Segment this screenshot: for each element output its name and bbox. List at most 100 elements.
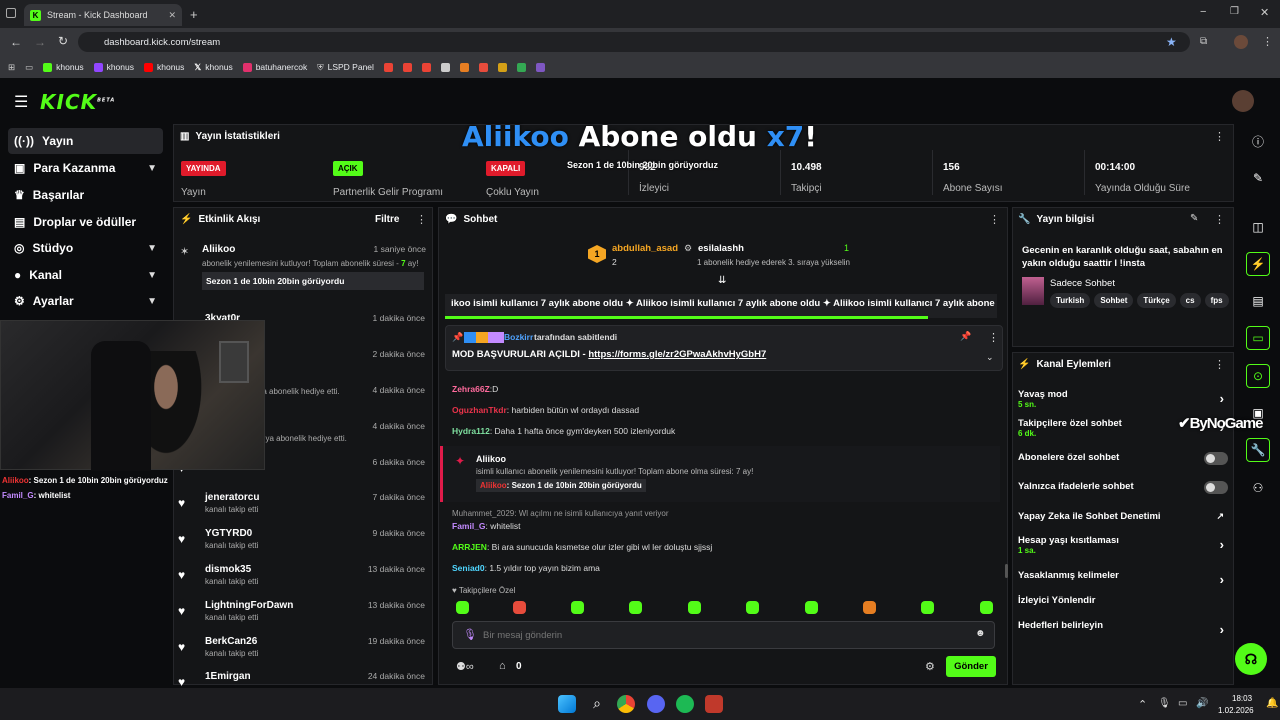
network-icon[interactable]: ▭ — [1178, 698, 1187, 709]
channel-action-item[interactable]: Yasaklanmış kelimeler › — [1018, 570, 1228, 587]
browser-menu-icon[interactable]: ⋮ — [1262, 35, 1273, 48]
tab-close-icon[interactable]: ✕ — [168, 10, 176, 21]
pinned-link[interactable]: https://forms.gle/zr2GPwaAkhvHyGbH7 — [588, 349, 766, 360]
chat-rail-icon[interactable]: ▭ — [1246, 326, 1270, 350]
apps-icon[interactable]: ⊞ — [8, 62, 15, 73]
edit-icon[interactable]: ✎ — [1190, 213, 1198, 224]
forward-icon[interactable]: → — [34, 35, 46, 49]
filter-button[interactable]: Filtre — [375, 214, 399, 225]
mod-tools-icon[interactable]: ⚉∞ — [456, 660, 474, 673]
chat-user[interactable]: Zehra66Z — [452, 384, 490, 394]
sheets-icon[interactable] — [516, 62, 526, 72]
emote-icon[interactable] — [629, 601, 642, 614]
document-icon[interactable]: ▤ — [1246, 289, 1270, 313]
maximize-icon[interactable]: ❐ — [1230, 6, 1239, 17]
gmail-icon[interactable] — [383, 62, 393, 72]
emote-icon[interactable] — [456, 601, 469, 614]
tag[interactable]: cs — [1179, 293, 1201, 308]
sidebar-item-kanal[interactable]: ● Kanal ▼ — [8, 262, 163, 288]
send-button[interactable]: Gönder — [946, 656, 996, 677]
chat-scrollbar[interactable] — [1005, 564, 1008, 578]
chat-user[interactable]: Hydra112 — [452, 426, 490, 436]
chat-user[interactable]: ARRJEN — [452, 542, 487, 552]
reload-icon[interactable]: ↻ — [58, 34, 68, 48]
chat-input[interactable]: 🎙 ☻ — [452, 621, 995, 649]
bookmark-item[interactable]: khonus — [144, 62, 184, 72]
volume-icon[interactable]: 🔊 — [1196, 698, 1208, 709]
stream-info-menu-icon[interactable]: ⋮ — [1214, 213, 1225, 226]
bolt-rail-icon[interactable]: ⚡ — [1246, 252, 1270, 276]
tag[interactable]: Türkçe — [1137, 293, 1176, 308]
pinned-menu-icon[interactable]: ⋮ — [988, 331, 999, 344]
bookmark-icon[interactable] — [478, 62, 488, 72]
expand-icon[interactable]: ⌄ — [986, 352, 994, 363]
bookmark-item[interactable]: batuhanercok — [242, 62, 307, 72]
top-gifter-1[interactable]: abdullah_asad — [612, 243, 678, 254]
bookmark-item[interactable]: khonus — [93, 62, 134, 72]
bookmark-item[interactable]: ⛨ LSPD Panel — [317, 62, 374, 73]
user-avatar[interactable] — [1232, 90, 1254, 112]
bookmark-star-icon[interactable]: ★ — [1166, 35, 1177, 49]
emote-icon[interactable] — [513, 601, 526, 614]
toggle-switch[interactable] — [1204, 481, 1228, 494]
emote-icon[interactable] — [688, 601, 701, 614]
sub-event-name[interactable]: Aliikoo — [476, 454, 506, 464]
category-name[interactable]: Sadece Sohbet — [1050, 278, 1115, 289]
collapse-icon[interactable]: ⇊ — [718, 275, 726, 286]
tab-grid-icon[interactable] — [6, 8, 16, 18]
new-tab-icon[interactable]: + — [190, 7, 198, 22]
camera-icon[interactable]: ◫ — [1246, 215, 1270, 239]
bookmark-item[interactable]: 𝕏khonus — [194, 62, 232, 73]
mic-tray-icon[interactable]: 🎙 — [1158, 698, 1171, 709]
sidebar-item-droplar[interactable]: ▤ Droplar ve ödüller — [8, 209, 163, 235]
folder-icon[interactable]: ▭ — [25, 62, 33, 73]
sidebar-item-studyo[interactable]: ◎ Stüdyo ▼ — [8, 235, 163, 261]
emote-icon[interactable] — [980, 601, 993, 614]
unpin-icon[interactable]: 📌 — [960, 331, 971, 342]
spotify-icon[interactable] — [676, 695, 694, 713]
activity-menu-icon[interactable]: ⋮ — [416, 213, 427, 226]
wrench-rail-icon[interactable]: 🔧 — [1246, 438, 1270, 462]
kick-logo[interactable]: KICKBETA — [40, 90, 115, 114]
bookmark-icon[interactable] — [497, 62, 507, 72]
chat-user[interactable]: Famil_G — [452, 521, 486, 531]
chat-user[interactable]: OguzhanTkdr — [452, 405, 507, 415]
chat-settings-icon[interactable]: ⚙ — [925, 660, 935, 673]
tray-chevron-icon[interactable]: ⌃ — [1138, 698, 1147, 711]
channel-action-item[interactable]: Yapay Zeka ile Sohbet Denetimi ↗ — [1018, 511, 1228, 522]
clock-date[interactable]: 1.02.2026 — [1218, 706, 1254, 715]
broadcast-rail-icon[interactable]: ⊙ — [1246, 364, 1270, 388]
emote-icon[interactable] — [805, 601, 818, 614]
info-icon[interactable]: ⓘ — [1246, 129, 1270, 153]
extensions-icon[interactable]: ⧉ — [1200, 36, 1207, 47]
profile-avatar[interactable] — [1234, 35, 1248, 49]
chrome-icon[interactable] — [617, 695, 635, 713]
microphone-icon[interactable]: 🎙 — [463, 628, 477, 641]
bookmark-item[interactable]: khonus — [43, 62, 84, 72]
toggle-switch[interactable] — [1204, 452, 1228, 465]
tag[interactable]: fps — [1204, 293, 1229, 308]
sidebar-item-yayin[interactable]: ((·)) Yayın — [8, 128, 163, 154]
tag[interactable]: Sohbet — [1094, 293, 1134, 308]
sidebar-item-para-kazanma[interactable]: ▣ Para Kazanma ▼ — [8, 155, 163, 181]
channel-action-item[interactable]: Yavaş mod 5 sn. › — [1018, 389, 1228, 409]
browser-tab[interactable]: K Stream - Kick Dashboard ✕ — [24, 4, 182, 26]
channel-action-item[interactable]: Hesap yaşı kısıtlaması 1 sa. › — [1018, 535, 1228, 555]
stats-menu-icon[interactable]: ⋮ — [1214, 130, 1225, 143]
channel-action-item[interactable]: Hedefleri belirleyin › — [1018, 620, 1228, 637]
pencil-icon[interactable]: ✎ — [1246, 166, 1270, 190]
pinned-by-user[interactable]: Bozkirr — [504, 332, 533, 342]
channel-action-item[interactable]: İzleyici Yönlendir — [1018, 595, 1228, 606]
bookmark-icon[interactable] — [459, 62, 469, 72]
notification-icon[interactable]: 🔔 — [1266, 698, 1278, 709]
channel-action-item[interactable]: Yalnızca ifadelerle sohbet — [1018, 481, 1228, 494]
chat-user[interactable]: Seniad0 — [452, 563, 485, 573]
users-icon[interactable]: ⚇ — [1246, 476, 1270, 500]
support-button[interactable]: ☊ — [1235, 643, 1267, 675]
discord-icon[interactable] — [647, 695, 665, 713]
sidebar-item-basarilar[interactable]: ♛ Başarılar — [8, 182, 163, 208]
sub-event-user[interactable]: Aliikoo — [480, 481, 507, 490]
hamburger-menu-icon[interactable]: ☰ — [14, 92, 28, 112]
minimize-icon[interactable]: − — [1200, 6, 1206, 18]
forms-icon[interactable] — [535, 62, 545, 72]
